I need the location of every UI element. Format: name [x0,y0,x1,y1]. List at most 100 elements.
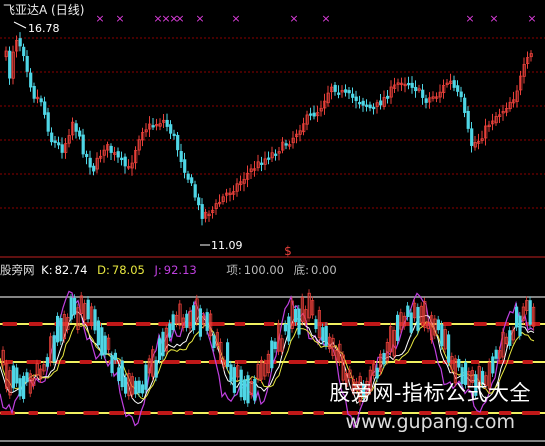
indicator-candle-body [171,314,175,331]
candle-body [81,134,85,155]
indicator-candle-body [15,367,19,384]
level-dash [288,411,303,415]
indicator-candle-body [232,367,236,393]
top-value: 100.00 [243,263,284,277]
indicator-candle-body [491,356,495,374]
level-dash [341,322,358,326]
candle-body [333,84,337,92]
candle-body [109,145,113,153]
candle-body [424,98,428,103]
indicator-candle-body [321,327,325,341]
level-dash [260,411,271,415]
level-dash [522,360,533,364]
indicator-candle-body [518,315,522,337]
d-label: D: [97,263,110,277]
candle-body [372,106,376,110]
level-dash [56,360,66,364]
indicator-candle-body [100,327,104,356]
candle-body [456,85,460,92]
candle-body [74,123,78,132]
top-x-marker: × [321,12,330,25]
candle-body [410,82,414,88]
top-x-marker: × [465,12,474,25]
indicator-candle-body [382,352,386,365]
j-value: 92.13 [163,263,197,277]
candle-body [60,144,64,153]
level-dash [234,322,246,326]
candle-body [421,89,425,98]
indicator-candle-body [229,364,233,382]
candle-body [351,93,355,98]
candle-body [407,82,411,86]
candle-body [116,151,120,158]
indicator-legend: 股旁网 K: 82.74 D: 78.05 J: 92.13 项: 100.00 底: 0… [0,262,343,278]
indicator-candle-body [324,325,328,346]
level-dash [29,322,43,326]
candle-body [186,173,190,180]
indicator-candle-body [446,334,451,363]
top-x-marker: × [95,12,104,25]
candle-body [92,165,96,172]
candle-body [379,100,383,106]
candle-body [32,85,36,99]
candle-body [414,86,418,92]
candle-body [88,157,92,168]
indicator-candle-body [117,367,121,382]
indicator-name: 股旁网 [0,263,35,277]
level-dash [109,411,125,415]
indicator-candle-body [161,331,165,357]
indicator-candle-body [140,384,145,394]
indicator-candle-body [86,299,90,320]
level-dash [161,360,180,364]
candle-body [193,184,197,198]
indicator-candle-body [137,380,141,394]
indicator-candle-body [103,335,107,355]
level-dash [522,411,540,415]
level-dash [56,411,66,415]
indicator-candle-body [21,375,26,399]
low-price-label: 11.09 [211,239,243,252]
candle-body [347,90,351,94]
candle-body [183,159,187,173]
candle-body [452,80,456,88]
indicator-candle-body [508,330,512,346]
indicator-candle-body [283,324,288,332]
top-x-marker: × [175,12,184,25]
indicator-candle-body [297,308,301,335]
signal-marker: $ [284,244,292,258]
k-label: K: [41,263,53,277]
candle-body [463,97,467,113]
indicator-candle-body [436,319,441,331]
candlestick-chart: × × ×××× × × × × × × ×16.7811.09 $ [0,12,545,258]
indicator-candle-body [409,312,413,333]
high-arrow [13,21,27,29]
indicator-candle-body [113,352,117,361]
top-x-marker: × [115,12,124,25]
indicator-candle-body [134,380,138,395]
candle-body [386,95,390,99]
bottom-value: 0.00 [311,263,337,277]
indicator-candle-body [242,379,247,401]
candle-body [46,112,50,132]
indicator-candle-body [416,306,420,331]
candle-body [368,104,372,109]
level-dash [421,360,436,364]
bottom-label: 底: [293,263,310,277]
candle-body [8,50,12,79]
candle-body [50,132,54,143]
indicator-candle-body [52,335,56,362]
level-dash [263,322,275,326]
candle-body [39,98,43,103]
candle-body [172,133,176,137]
level-dash [157,411,173,415]
indicator-candle-body [93,309,97,331]
candle-body [470,128,474,146]
indicator-candle-body [239,369,243,398]
candle-body [260,162,264,165]
indicator-candle-body [406,305,410,318]
level-dash [473,322,487,326]
top-x-marker: × [195,12,204,25]
level-dash [79,360,92,364]
indicator-candle-body [154,360,158,378]
watermark-text: 股旁网-指标公式大全 [329,381,531,405]
